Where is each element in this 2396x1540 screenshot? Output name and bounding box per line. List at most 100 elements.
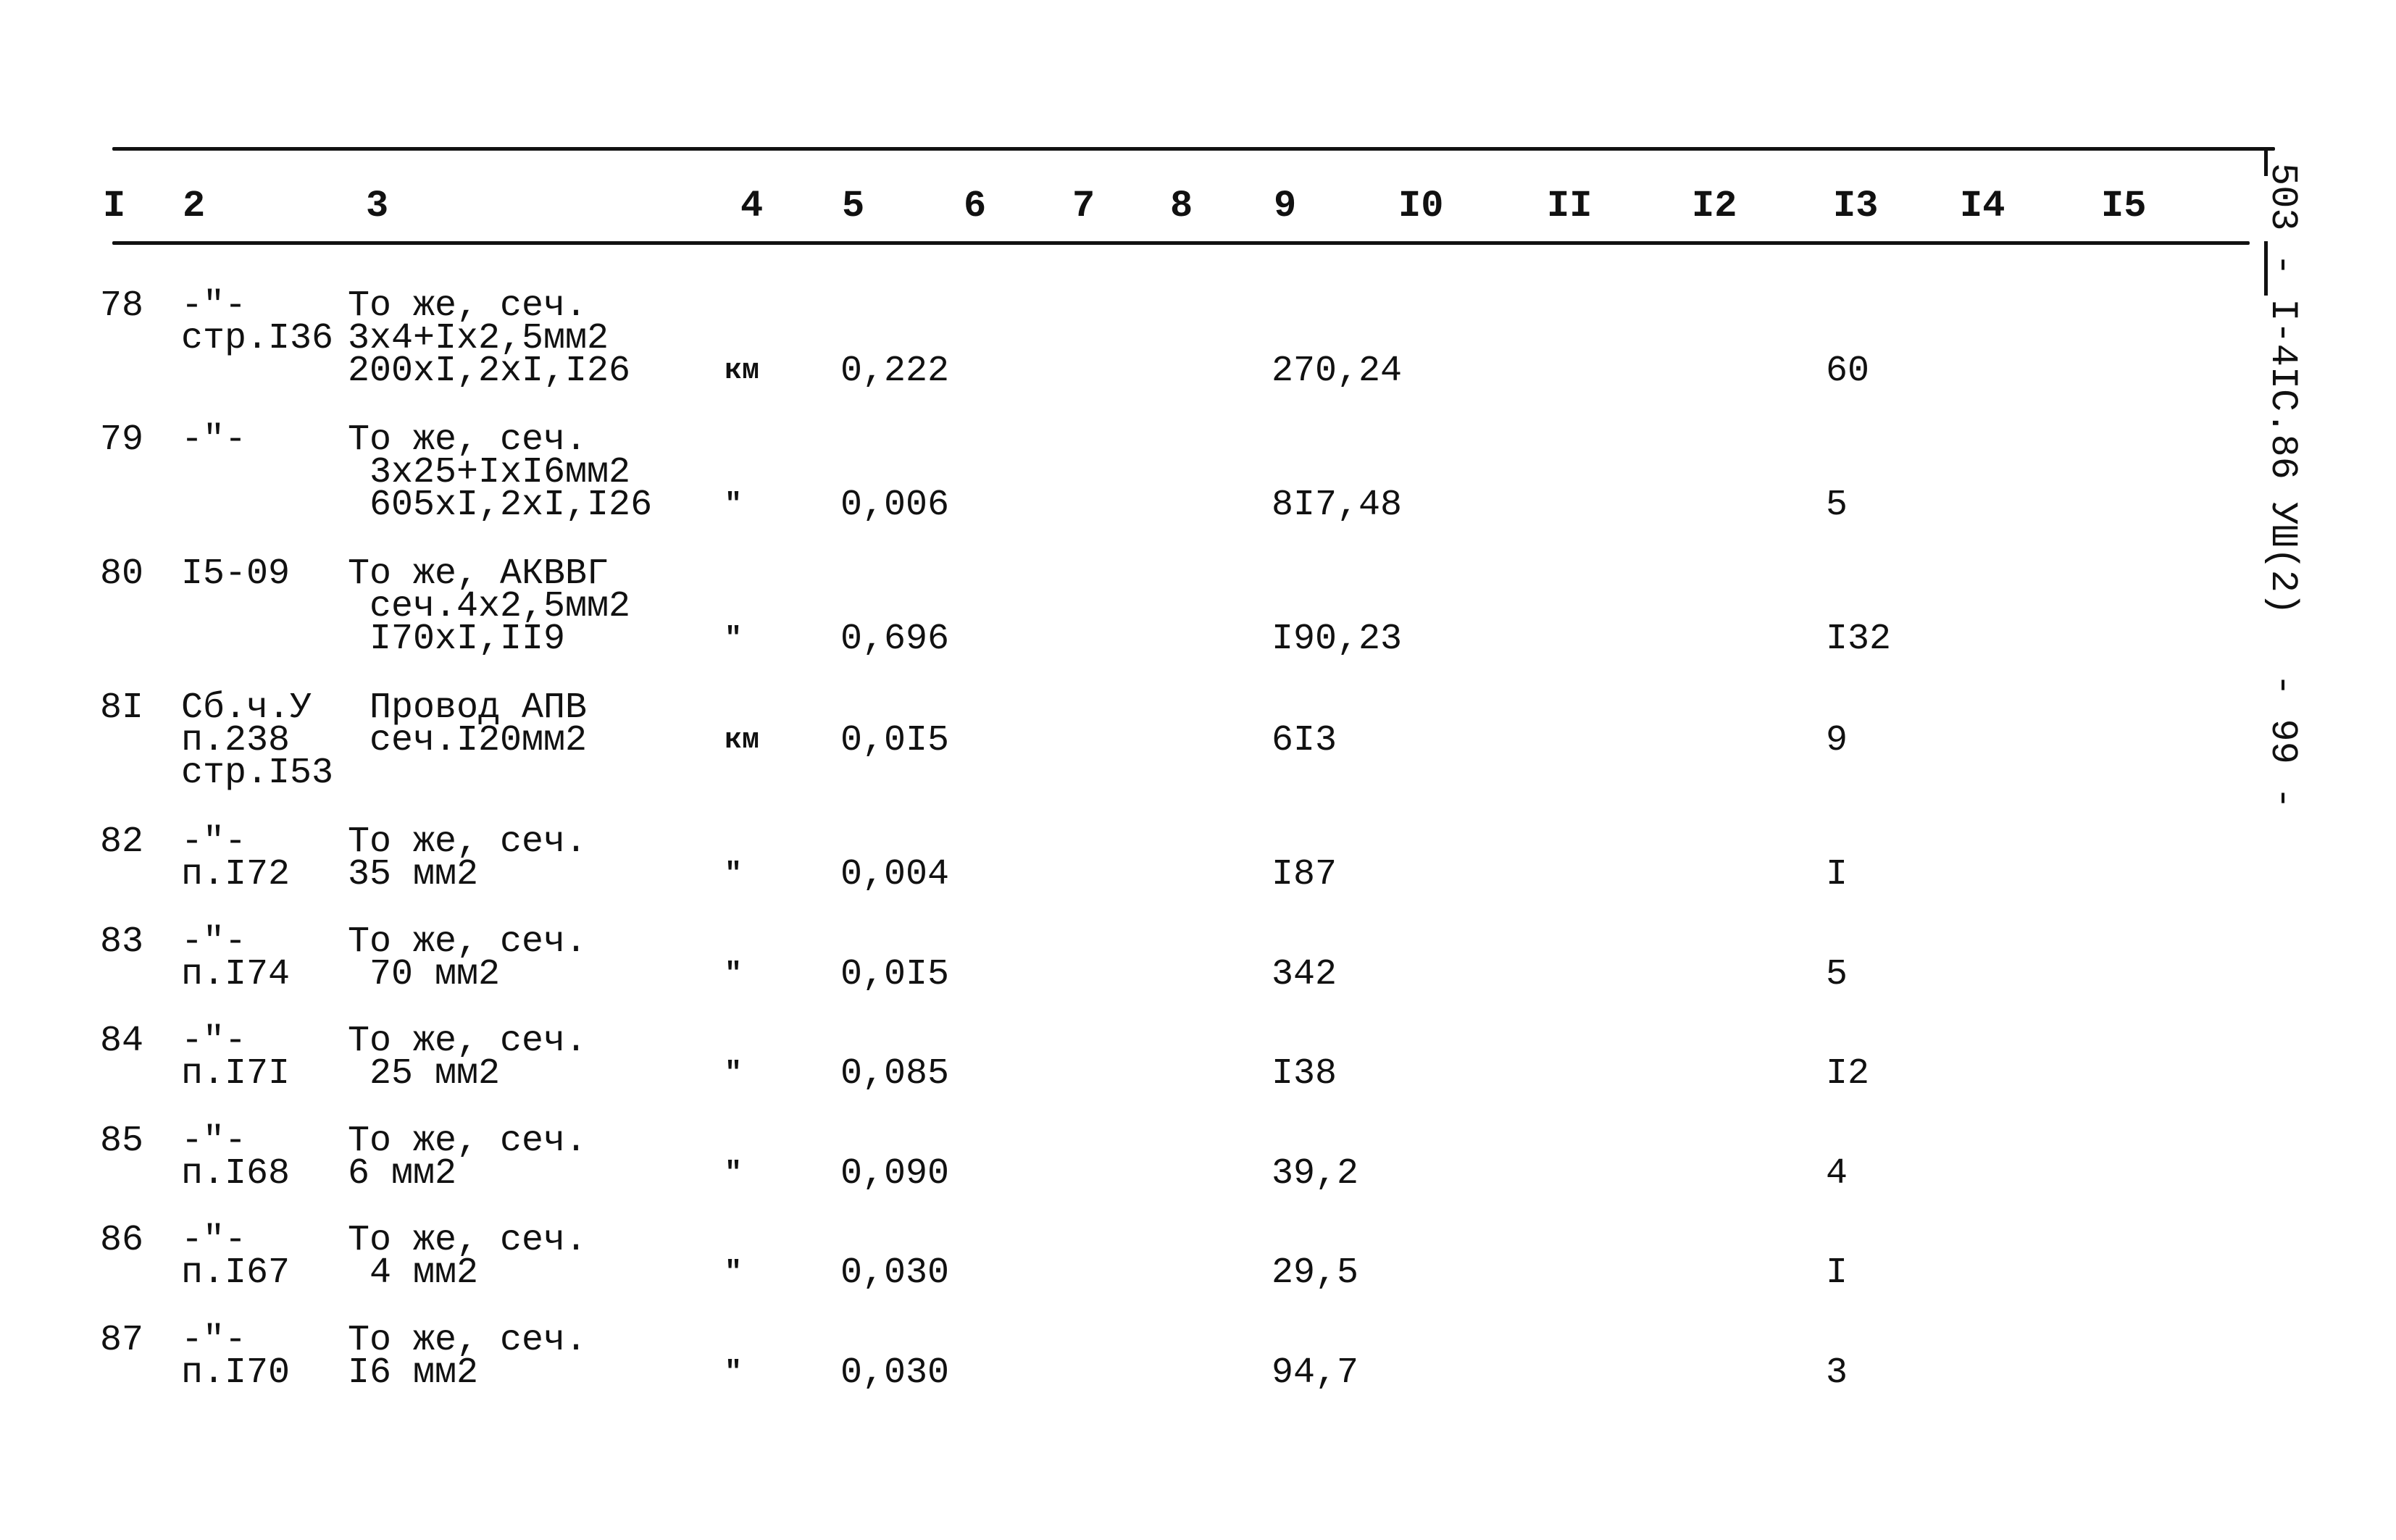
description-line: 200хI,2хI,I26 [348, 351, 631, 392]
reference-line: п.I74 [181, 954, 291, 995]
reference-cell: -"- п.I7I [181, 1024, 291, 1095]
total-cell: I [1826, 1252, 1848, 1294]
row-number: 84 [100, 1021, 144, 1062]
description-cell: Провод АПВ сеч.I20мм2 [348, 690, 588, 761]
quantity-cell: 0,004 [840, 854, 950, 895]
unit-price-cell: 342 [1272, 954, 1337, 995]
description-cell: То же, сеч. 4 мм2 [348, 1223, 587, 1294]
description-cell: То же, сеч. 35 мм2 [348, 824, 587, 895]
reference-line: стр.I53 [181, 753, 334, 794]
column-header-9: 9 [1274, 185, 1297, 227]
total-cell: I [1826, 854, 1848, 895]
description-line: сеч.I20мм2 [348, 720, 588, 761]
quantity-cell: 0,696 [840, 619, 950, 660]
row-number: 78 [100, 285, 144, 327]
column-header-6: 6 [964, 185, 987, 227]
unit-cell: " [725, 1158, 743, 1190]
description-line: 35 мм2 [348, 854, 479, 895]
table-header-rule [112, 241, 2250, 245]
column-header-3: 3 [366, 185, 389, 227]
total-cell: 9 [1826, 720, 1848, 761]
reference-line: п.I7I [181, 1053, 291, 1095]
quantity-cell: 0,006 [840, 485, 950, 526]
description-line: I70хI,II9 [348, 619, 566, 660]
total-cell: 5 [1826, 485, 1848, 526]
quantity-cell: 0,0I5 [840, 954, 950, 995]
row-number: 79 [100, 419, 144, 461]
reference-cell: Сб.ч.У п.238 стр.I53 [181, 690, 334, 794]
unit-price-cell: 39,2 [1272, 1153, 1359, 1194]
total-cell: 5 [1826, 954, 1848, 995]
quantity-cell: 0,0I5 [840, 720, 950, 761]
row-number: 83 [100, 921, 144, 963]
column-header-2: 2 [183, 185, 206, 227]
unit-cell: км [725, 355, 760, 388]
reference-line: п.I70 [181, 1352, 291, 1394]
row-number: 85 [100, 1121, 144, 1162]
column-header-8: 8 [1170, 185, 1193, 227]
page-number: - 99 - [2261, 674, 2304, 810]
column-header-4: 4 [740, 185, 764, 227]
description-line: 70 мм2 [348, 954, 501, 995]
description-cell: То же, АКВВГ сеч.4х2,5мм2 I70хI,II9 [348, 556, 630, 660]
column-header-10: I0 [1398, 185, 1444, 227]
column-header-5: 5 [842, 185, 865, 227]
description-cell: То же, сеч. 3х25+IхI6мм2 605хI,2хI,I26 [348, 422, 653, 526]
unit-cell: " [725, 1058, 743, 1090]
column-header-14: I4 [1960, 185, 2005, 227]
reference-line: п.I68 [181, 1153, 291, 1194]
document-code: 503 - I-4IC.86 УШ(2) [2261, 163, 2304, 616]
description-cell: То же, сеч. 25 мм2 [348, 1024, 587, 1095]
column-header-1: I [103, 185, 126, 227]
total-cell: 4 [1826, 1153, 1848, 1194]
reference-cell: -"- п.I67 [181, 1223, 291, 1294]
unit-cell: км [725, 724, 760, 757]
reference-cell: -"- п.I70 [181, 1323, 291, 1394]
unit-cell: " [725, 958, 743, 991]
reference-line: п.I72 [181, 854, 291, 895]
unit-cell: " [725, 623, 743, 656]
row-number: 82 [100, 821, 144, 863]
quantity-cell: 0,030 [840, 1352, 950, 1394]
reference-cell: -"- п.I74 [181, 924, 291, 995]
unit-cell: " [725, 858, 743, 891]
reference-cell: -"- [181, 419, 247, 461]
quantity-cell: 0,030 [840, 1252, 950, 1294]
unit-price-cell: I87 [1272, 854, 1337, 895]
total-cell: I32 [1826, 619, 1892, 660]
row-number: 8I [100, 687, 144, 729]
unit-price-cell: 8I7,48 [1272, 485, 1403, 526]
row-number: 86 [100, 1220, 144, 1261]
unit-price-cell: I90,23 [1272, 619, 1403, 660]
unit-cell: " [725, 1357, 743, 1389]
quantity-cell: 0,085 [840, 1053, 950, 1095]
reference-cell: -"- п.I68 [181, 1123, 291, 1194]
description-line: 25 мм2 [348, 1053, 501, 1095]
reference-line: стр.I36 [181, 318, 334, 359]
total-cell: I2 [1826, 1053, 1870, 1095]
unit-cell: " [725, 489, 743, 522]
table-top-rule [112, 147, 2275, 151]
unit-price-cell: 6I3 [1272, 720, 1337, 761]
row-number: 80 [100, 553, 144, 595]
description-line: 605хI,2хI,I26 [348, 485, 653, 526]
unit-price-cell: I38 [1272, 1053, 1337, 1095]
quantity-cell: 0,222 [840, 351, 950, 392]
column-header-15: I5 [2101, 185, 2147, 227]
reference-line: п.I67 [181, 1252, 291, 1294]
description-line: 4 мм2 [348, 1252, 479, 1294]
unit-cell: " [725, 1257, 743, 1289]
column-header-11: II [1547, 185, 1593, 227]
total-cell: 3 [1826, 1352, 1848, 1394]
reference-cell: -"- п.I72 [181, 824, 291, 895]
reference-cell: -"- стр.I36 [181, 288, 334, 359]
description-cell: То же, сеч. I6 мм2 [348, 1323, 587, 1394]
column-header-7: 7 [1072, 185, 1095, 227]
reference-line: -"- [181, 419, 247, 461]
reference-line: I5-09 [181, 553, 291, 595]
description-cell: То же, сеч. 70 мм2 [348, 924, 587, 995]
description-cell: То же, сеч. 6 мм2 [348, 1123, 587, 1192]
description-line: I6 мм2 [348, 1352, 479, 1394]
row-number: 87 [100, 1320, 144, 1361]
reference-cell: I5-09 [181, 553, 291, 595]
